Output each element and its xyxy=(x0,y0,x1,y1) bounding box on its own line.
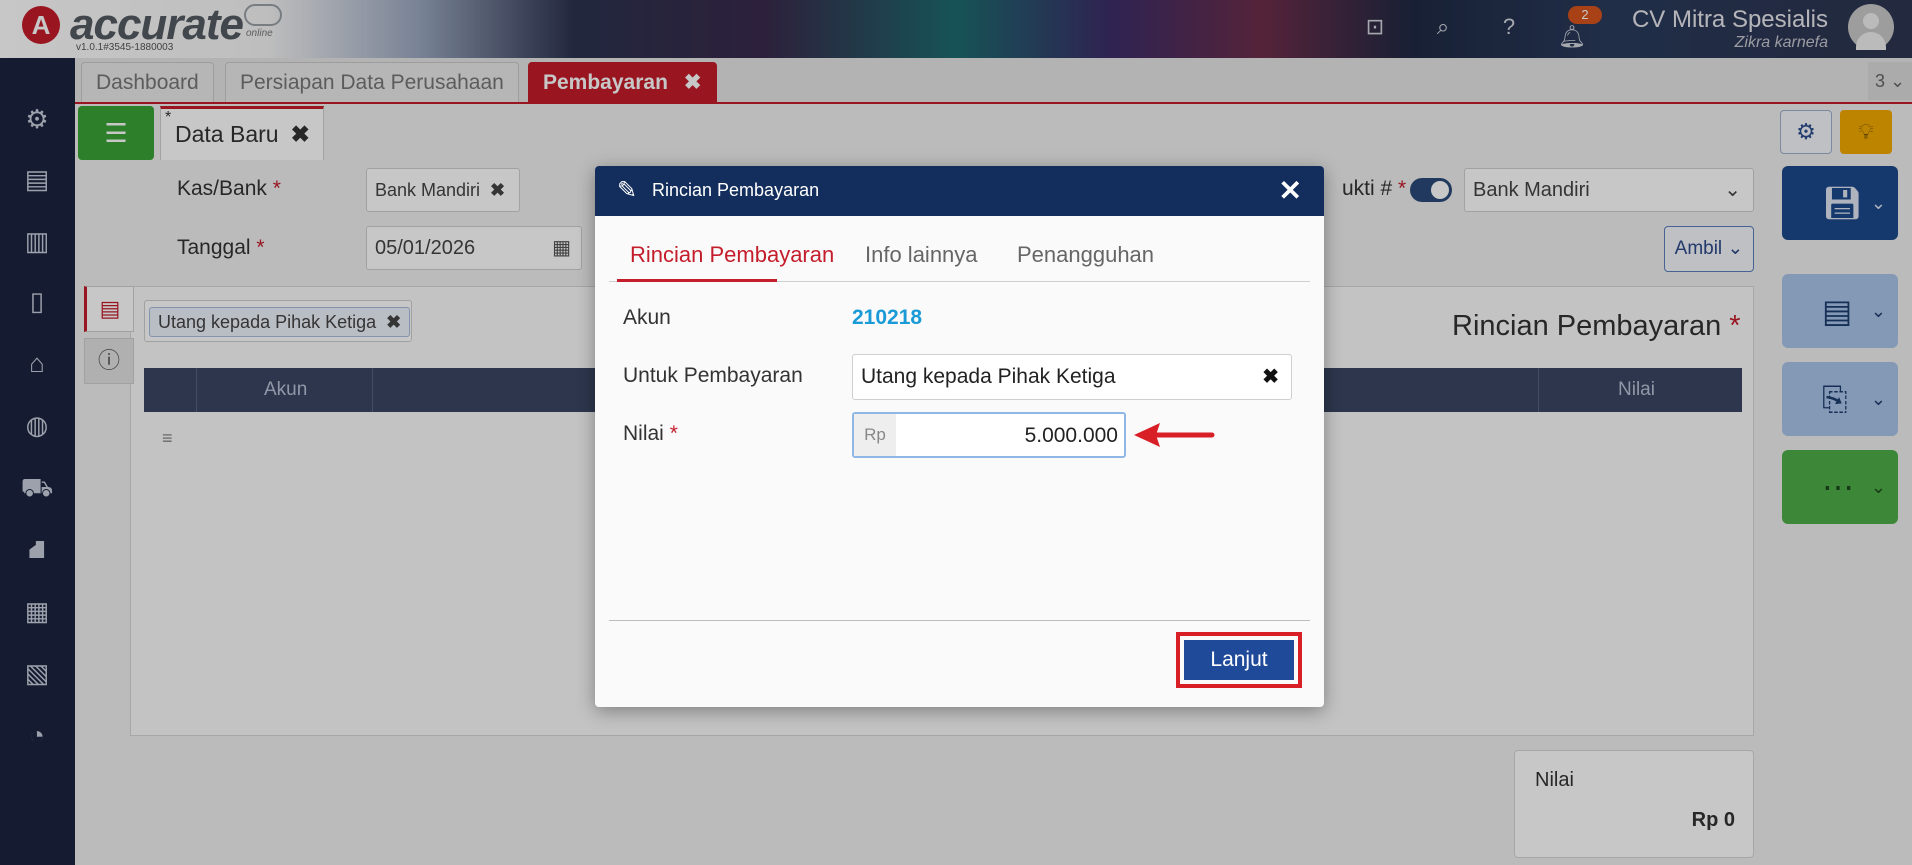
close-icon[interactable]: ✕ xyxy=(1279,174,1302,207)
red-arrow-annotation-icon xyxy=(1134,423,1215,447)
nilai-label: Nilai * xyxy=(623,422,678,445)
tab-rincian-pembayaran[interactable]: Rincian Pembayaran xyxy=(630,242,834,268)
tab-penangguhan[interactable]: Penangguhan xyxy=(1017,242,1154,268)
tab-info-lainnya[interactable]: Info lainnya xyxy=(865,242,978,268)
account-code-link[interactable]: 210218 xyxy=(852,306,922,330)
clear-icon[interactable]: ✖ xyxy=(1262,364,1279,389)
nilai-value: 5.000.000 xyxy=(1024,424,1118,447)
pencil-icon: ✎ xyxy=(617,177,638,204)
footer-divider xyxy=(609,620,1310,621)
payment-detail-modal: ✎ Rincian Pembayaran ✕ Rincian Pembayara… xyxy=(595,166,1324,707)
lanjut-highlight: Lanjut xyxy=(1176,632,1302,688)
currency-prefix: Rp xyxy=(854,414,896,456)
modal-header: ✎ Rincian Pembayaran ✕ xyxy=(595,166,1324,216)
untuk-pembayaran-label: Untuk Pembayaran xyxy=(623,364,803,387)
modal-title: Rincian Pembayaran xyxy=(652,180,820,200)
active-tab-indicator xyxy=(617,279,777,282)
untuk-pembayaran-field[interactable]: Utang kepada Pihak Ketiga ✖ xyxy=(852,354,1292,400)
akun-label: Akun xyxy=(623,306,671,329)
untuk-pembayaran-value: Utang kepada Pihak Ketiga xyxy=(861,365,1116,388)
nilai-input[interactable]: Rp 5.000.000 xyxy=(852,412,1126,458)
lanjut-button[interactable]: Lanjut xyxy=(1184,640,1294,680)
